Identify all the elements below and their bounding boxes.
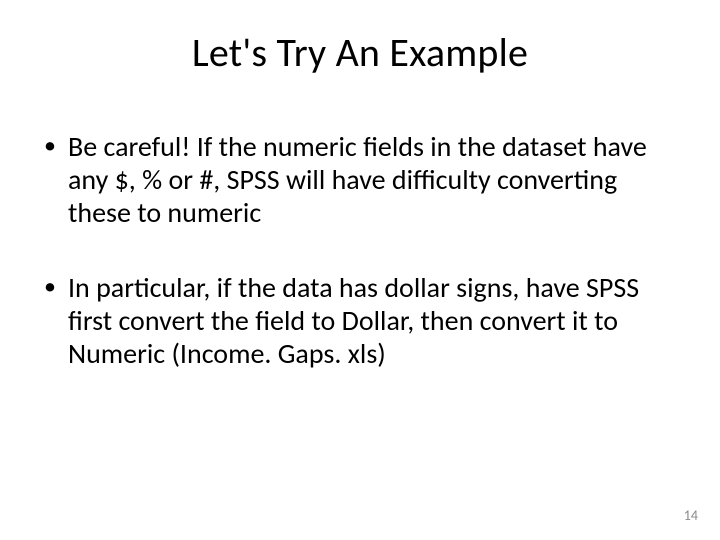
page-number: 14 [684,507,698,524]
slide: Let's Try An Example Be careful! If the … [0,0,720,540]
list-item: Be careful! If the numeric fields in the… [40,130,670,229]
slide-body: Be careful! If the numeric fields in the… [40,130,670,412]
bullet-list: Be careful! If the numeric fields in the… [40,130,670,370]
slide-title: Let's Try An Example [0,28,720,77]
list-item: In particular, if the data has dollar si… [40,271,670,370]
